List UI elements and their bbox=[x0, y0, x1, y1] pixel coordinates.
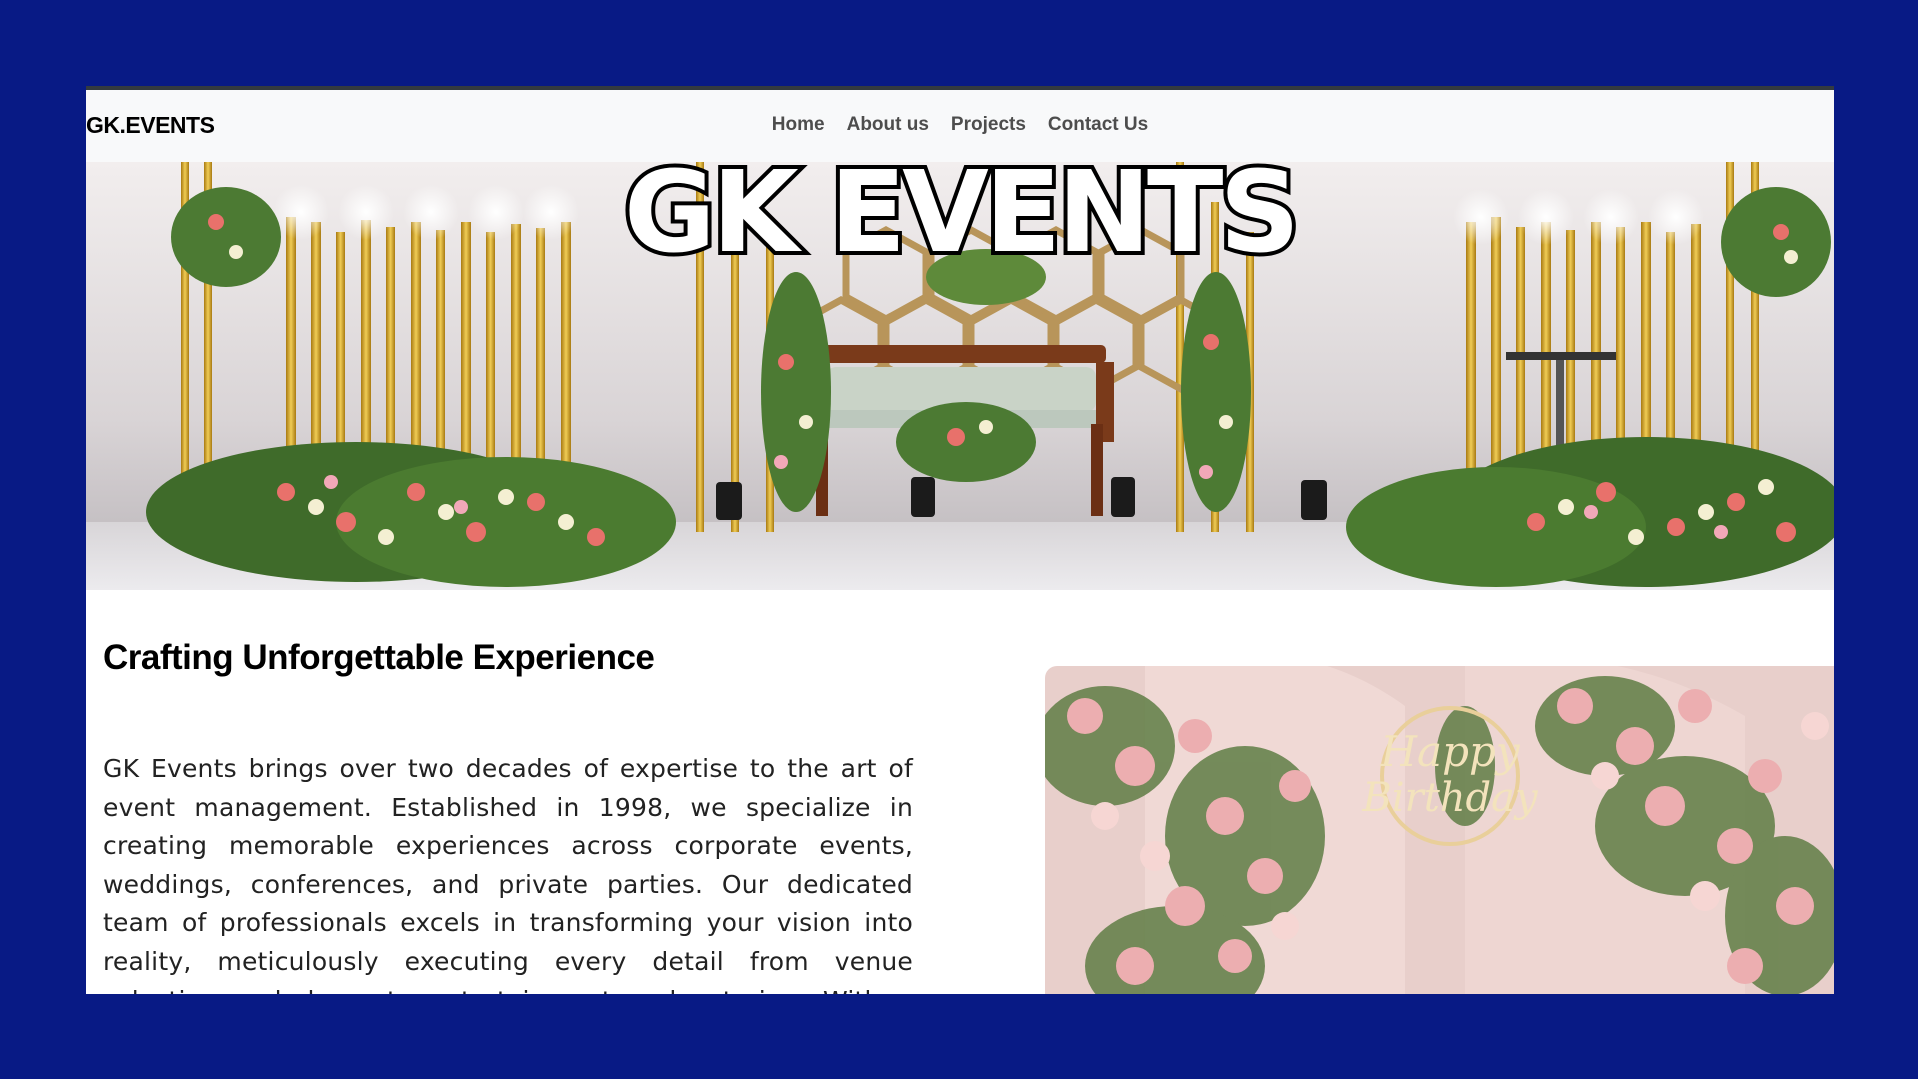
navbar: GK.EVENTS Home About us Projects Contact… bbox=[86, 90, 1834, 162]
nav-links: Home About us Projects Contact Us bbox=[86, 114, 1834, 136]
browser-viewport: GK.EVENTS Home About us Projects Contact… bbox=[86, 86, 1834, 994]
svg-text:Birthday: Birthday bbox=[1361, 775, 1539, 821]
hero-title: GK EVENTS bbox=[620, 162, 1304, 282]
birthday-decor-image: Happy Birthday bbox=[1045, 666, 1834, 994]
nav-home-link[interactable]: Home bbox=[761, 114, 836, 136]
nav-contact-link[interactable]: Contact Us bbox=[1037, 114, 1159, 136]
svg-text:Happy: Happy bbox=[1379, 727, 1520, 776]
about-paragraph: GK Events brings over two decades of exp… bbox=[103, 754, 913, 994]
hero-banner: GK EVENTS bbox=[86, 162, 1834, 590]
about-heading: Crafting Unforgettable Experience bbox=[103, 638, 655, 677]
nav-about-link[interactable]: About us bbox=[836, 114, 940, 136]
nav-projects-link[interactable]: Projects bbox=[940, 114, 1037, 136]
